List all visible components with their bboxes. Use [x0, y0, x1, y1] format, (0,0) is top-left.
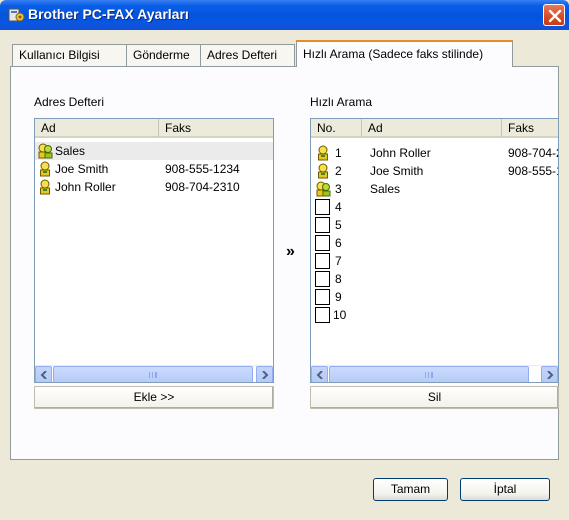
tab-sending[interactable]: Gönderme — [126, 44, 201, 66]
tab-address-book[interactable]: Adres Defteri — [200, 44, 295, 66]
empty-slot-icon — [315, 271, 330, 287]
speed-dial-list[interactable]: No. Ad Faks 1 John Roller 908-704-23 — [310, 118, 559, 383]
speed-dial-row[interactable]: 9 — [311, 288, 558, 306]
speed-dial-number: 6 — [335, 236, 342, 250]
speed-dial-name: Joe Smith — [370, 164, 424, 178]
window-title: Brother PC-FAX Ayarları — [28, 6, 189, 22]
speed-dial-row[interactable]: 10 — [311, 306, 558, 324]
tab-label: Kullanıcı Bilgisi — [19, 48, 100, 62]
empty-slot-icon — [315, 253, 330, 269]
column-header-fax[interactable]: Faks — [502, 119, 558, 138]
chevron-left-icon — [316, 371, 323, 379]
column-header-name[interactable]: Ad — [35, 119, 159, 138]
fax-settings-icon — [8, 8, 25, 22]
chevron-left-icon — [40, 371, 47, 379]
tab-speed-dial[interactable]: Hızlı Arama (Sadece faks stilinde) — [296, 40, 513, 67]
column-header-name[interactable]: Ad — [362, 119, 502, 138]
person-icon — [318, 163, 328, 179]
speed-dial-number: 10 — [333, 308, 347, 322]
list-item-joe-smith[interactable]: Joe Smith 908-555-1234 — [35, 160, 273, 178]
scroll-left-button[interactable] — [311, 366, 328, 382]
close-x-icon — [548, 9, 562, 23]
speed-dial-number: 9 — [335, 290, 342, 304]
speed-dial-number: 1 — [335, 146, 342, 160]
contact-fax: 908-704-2310 — [165, 180, 240, 194]
contact-fax: 908-555-1234 — [165, 162, 240, 176]
contact-name: Joe Smith — [55, 162, 109, 176]
close-button[interactable] — [543, 4, 565, 26]
speed-dial-row[interactable]: 4 — [311, 198, 558, 216]
speed-dial-row[interactable]: 3 Sales — [311, 180, 558, 198]
empty-slot-icon — [315, 199, 330, 215]
speed-dial-number: 4 — [335, 200, 342, 214]
speed-dial-label: Hızlı Arama — [310, 95, 373, 109]
scroll-left-button[interactable] — [35, 366, 52, 382]
group-icon — [38, 143, 53, 159]
tab-label: Adres Defteri — [207, 48, 278, 62]
scroll-right-button[interactable] — [256, 366, 273, 382]
person-icon — [40, 179, 50, 195]
transfer-arrow-icon: » — [286, 243, 295, 260]
speed-dial-number: 2 — [335, 164, 342, 178]
list-item-sales[interactable]: Sales — [35, 142, 273, 160]
column-header-fax[interactable]: Faks — [159, 119, 273, 138]
tab-label: Gönderme — [133, 48, 190, 62]
scroll-thumb[interactable] — [53, 366, 253, 382]
empty-slot-icon — [315, 307, 330, 323]
speed-dial-fax: 908-704-23 — [508, 146, 558, 160]
empty-slot-icon — [315, 289, 330, 305]
speed-dial-number: 5 — [335, 218, 342, 232]
list-item-john-roller[interactable]: John Roller 908-704-2310 — [35, 178, 273, 196]
scroll-right-button[interactable] — [541, 366, 558, 382]
address-book-list[interactable]: Ad Faks Sales Joe Smith 908-555-1234 Joh… — [34, 118, 274, 383]
speed-dial-row[interactable]: 6 — [311, 234, 558, 252]
pc-fax-settings-window: Brother PC-FAX Ayarları Kullanıcı Bilgis… — [0, 0, 569, 520]
speed-dial-number: 8 — [335, 272, 342, 286]
person-icon — [40, 161, 50, 177]
speed-dial-name: Sales — [370, 182, 401, 196]
speed-dial-panel: Adres Defteri Ad Faks Sales Joe Smith 90… — [10, 66, 559, 460]
person-icon — [318, 145, 328, 161]
ok-button[interactable]: Tamam — [373, 478, 448, 501]
speed-dial-fax: 908-555-12 — [508, 164, 558, 178]
chevron-right-icon — [547, 371, 554, 379]
horizontal-scrollbar[interactable] — [311, 365, 558, 382]
chevron-right-icon — [262, 371, 269, 379]
scroll-thumb[interactable] — [329, 366, 529, 382]
column-header-no[interactable]: No. — [311, 119, 362, 138]
speed-dial-name: John Roller — [370, 146, 431, 160]
address-book-label: Adres Defteri — [34, 95, 105, 109]
speed-dial-row[interactable]: 1 John Roller 908-704-23 — [311, 144, 558, 162]
speed-dial-row[interactable]: 2 Joe Smith 908-555-12 — [311, 162, 558, 180]
speed-dial-row[interactable]: 7 — [311, 252, 558, 270]
contact-name: Sales — [55, 144, 86, 158]
empty-slot-icon — [315, 217, 330, 233]
speed-dial-row[interactable]: 5 — [311, 216, 558, 234]
speed-dial-number: 3 — [335, 182, 342, 196]
tab-user-info[interactable]: Kullanıcı Bilgisi — [12, 44, 127, 66]
cancel-button[interactable]: İptal — [460, 478, 550, 501]
tab-label: Hızlı Arama (Sadece faks stilinde) — [303, 47, 484, 61]
add-button[interactable]: Ekle >> — [34, 386, 274, 409]
group-icon — [316, 181, 331, 197]
horizontal-scrollbar[interactable] — [35, 365, 273, 382]
delete-button[interactable]: Sil — [310, 386, 559, 409]
title-bar[interactable]: Brother PC-FAX Ayarları — [0, 0, 569, 30]
contact-name: John Roller — [55, 180, 116, 194]
empty-slot-icon — [315, 235, 330, 251]
speed-dial-row[interactable]: 8 — [311, 270, 558, 288]
speed-dial-number: 7 — [335, 254, 342, 268]
